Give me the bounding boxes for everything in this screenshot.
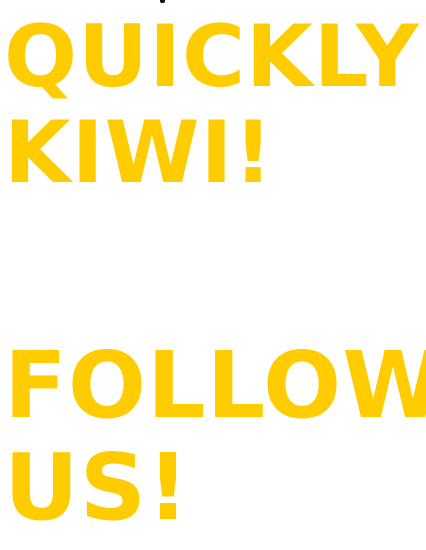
hero-title-quickly-kiwi: QUICKLY KIWI! — [4, 14, 419, 206]
hero-title-line-2: KIWI! — [4, 103, 274, 203]
follow-us-line-2: US! — [4, 434, 190, 541]
follow-us-title[interactable]: FOLLOW US! — [4, 340, 426, 544]
top-edge-mark — [160, 0, 165, 3]
follow-us-line-1: FOLLOW — [4, 332, 426, 439]
hero-title-line-1: QUICKLY — [4, 7, 420, 107]
